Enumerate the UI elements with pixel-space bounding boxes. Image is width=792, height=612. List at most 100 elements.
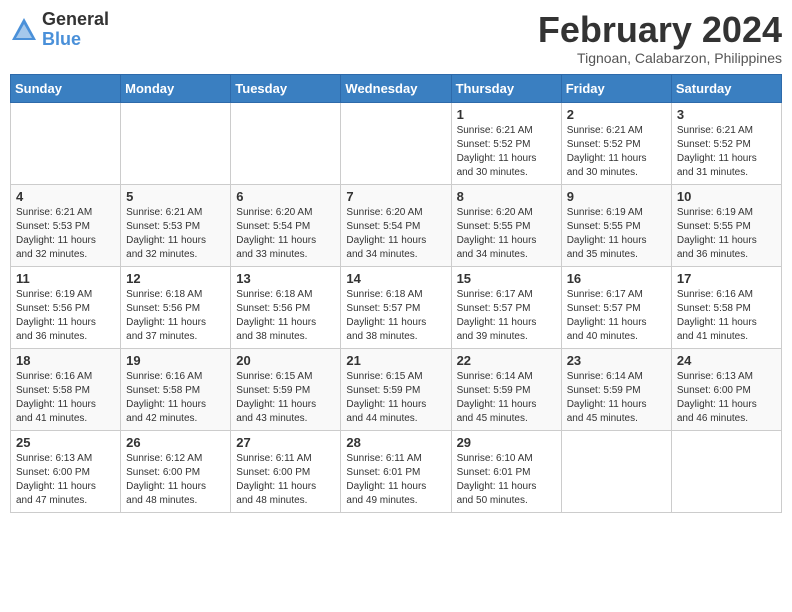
calendar-day-header: Friday [561,74,671,102]
calendar-week-row: 1Sunrise: 6:21 AM Sunset: 5:52 PM Daylig… [11,102,782,184]
day-info: Sunrise: 6:17 AM Sunset: 5:57 PM Dayligh… [457,288,556,344]
day-info: Sunrise: 6:13 AM Sunset: 6:00 PM Dayligh… [16,452,115,508]
logo-blue: Blue [42,30,109,50]
calendar-cell: 15 Sunrise: 6:17 AM Sunset: 5:57 PM Dayli… [451,266,561,348]
calendar-cell: 8 Sunrise: 6:20 AM Sunset: 5:55 PM Daylig… [451,184,561,266]
day-info: Sunrise: 6:15 AM Sunset: 5:59 PM Dayligh… [346,370,445,426]
calendar-cell: 1Sunrise: 6:21 AM Sunset: 5:52 PM Daylig… [451,102,561,184]
day-number: 14 [346,271,445,286]
day-info: Sunrise: 6:15 AM Sunset: 5:59 PM Dayligh… [236,370,335,426]
calendar-day-header: Wednesday [341,74,451,102]
calendar-week-row: 11 Sunrise: 6:19 AM Sunset: 5:56 PM Dayli… [11,266,782,348]
day-info: Sunrise: 6:20 AM Sunset: 5:54 PM Dayligh… [346,206,445,262]
day-number: 11 [16,271,115,286]
calendar-day-header: Saturday [671,74,781,102]
day-info: Sunrise: 6:13 AM Sunset: 6:00 PM Dayligh… [677,370,776,426]
calendar-cell: 12 Sunrise: 6:18 AM Sunset: 5:56 PM Dayli… [121,266,231,348]
calendar-cell [231,102,341,184]
month-title: February 2024 [538,10,782,50]
day-info: Sunrise: 6:16 AM Sunset: 5:58 PM Dayligh… [126,370,225,426]
day-number: 8 [457,189,556,204]
calendar-cell: 24 Sunrise: 6:13 AM Sunset: 6:00 PM Dayli… [671,348,781,430]
calendar-cell [121,102,231,184]
day-info: Sunrise: 6:18 AM Sunset: 5:57 PM Dayligh… [346,288,445,344]
day-number: 20 [236,353,335,368]
day-info: Sunrise: 6:14 AM Sunset: 5:59 PM Dayligh… [567,370,666,426]
calendar-header-row: SundayMondayTuesdayWednesdayThursdayFrid… [11,74,782,102]
calendar-cell: 18 Sunrise: 6:16 AM Sunset: 5:58 PM Dayli… [11,348,121,430]
day-number: 2 [567,107,666,122]
day-number: 16 [567,271,666,286]
calendar-cell: 11 Sunrise: 6:19 AM Sunset: 5:56 PM Dayli… [11,266,121,348]
calendar-cell: 17 Sunrise: 6:16 AM Sunset: 5:58 PM Dayli… [671,266,781,348]
day-number: 6 [236,189,335,204]
day-info: Sunrise: 6:11 AM Sunset: 6:01 PM Dayligh… [346,452,445,508]
location-subtitle: Tignoan, Calabarzon, Philippines [538,50,782,66]
page-header: General Blue February 2024 Tignoan, Cala… [10,10,782,66]
day-number: 13 [236,271,335,286]
calendar-cell: 29Sunrise: 6:10 AM Sunset: 6:01 PM Dayli… [451,430,561,512]
day-info: Sunrise: 6:21 AM Sunset: 5:53 PM Dayligh… [16,206,115,262]
calendar-cell: 2 Sunrise: 6:21 AM Sunset: 5:52 PM Daylig… [561,102,671,184]
day-number: 18 [16,353,115,368]
calendar-cell: 16 Sunrise: 6:17 AM Sunset: 5:57 PM Dayli… [561,266,671,348]
day-info: Sunrise: 6:18 AM Sunset: 5:56 PM Dayligh… [236,288,335,344]
day-number: 9 [567,189,666,204]
day-number: 12 [126,271,225,286]
day-info: Sunrise: 6:17 AM Sunset: 5:57 PM Dayligh… [567,288,666,344]
calendar-cell: 23Sunrise: 6:14 AM Sunset: 5:59 PM Dayli… [561,348,671,430]
day-number: 28 [346,435,445,450]
logo-general: General [42,10,109,30]
day-info: Sunrise: 6:11 AM Sunset: 6:00 PM Dayligh… [236,452,335,508]
day-info: Sunrise: 6:18 AM Sunset: 5:56 PM Dayligh… [126,288,225,344]
calendar-cell: 27 Sunrise: 6:11 AM Sunset: 6:00 PM Dayli… [231,430,341,512]
day-info: Sunrise: 6:20 AM Sunset: 5:55 PM Dayligh… [457,206,556,262]
calendar-cell [11,102,121,184]
calendar-day-header: Monday [121,74,231,102]
calendar-cell: 10 Sunrise: 6:19 AM Sunset: 5:55 PM Dayli… [671,184,781,266]
day-number: 21 [346,353,445,368]
logo: General Blue [10,10,109,50]
day-number: 24 [677,353,776,368]
day-info: Sunrise: 6:12 AM Sunset: 6:00 PM Dayligh… [126,452,225,508]
calendar-cell: 26 Sunrise: 6:12 AM Sunset: 6:00 PM Dayli… [121,430,231,512]
calendar-cell: 20 Sunrise: 6:15 AM Sunset: 5:59 PM Dayli… [231,348,341,430]
day-number: 27 [236,435,335,450]
calendar-cell: 25 Sunrise: 6:13 AM Sunset: 6:00 PM Dayli… [11,430,121,512]
day-info: Sunrise: 6:21 AM Sunset: 5:52 PM Dayligh… [457,124,556,180]
day-number: 26 [126,435,225,450]
day-info: Sunrise: 6:19 AM Sunset: 5:55 PM Dayligh… [677,206,776,262]
calendar-cell: 7 Sunrise: 6:20 AM Sunset: 5:54 PM Daylig… [341,184,451,266]
calendar-cell [341,102,451,184]
day-number: 25 [16,435,115,450]
day-info: Sunrise: 6:21 AM Sunset: 5:52 PM Dayligh… [567,124,666,180]
calendar-cell: 4 Sunrise: 6:21 AM Sunset: 5:53 PM Daylig… [11,184,121,266]
calendar-cell: 22 Sunrise: 6:14 AM Sunset: 5:59 PM Dayli… [451,348,561,430]
calendar-cell [561,430,671,512]
calendar-cell: 14 Sunrise: 6:18 AM Sunset: 5:57 PM Dayli… [341,266,451,348]
day-info: Sunrise: 6:19 AM Sunset: 5:56 PM Dayligh… [16,288,115,344]
day-info: Sunrise: 6:19 AM Sunset: 5:55 PM Dayligh… [567,206,666,262]
logo-icon [10,16,38,44]
calendar-cell: 3Sunrise: 6:21 AM Sunset: 5:52 PM Daylig… [671,102,781,184]
calendar-cell: 13 Sunrise: 6:18 AM Sunset: 5:56 PM Dayli… [231,266,341,348]
calendar-cell: 21 Sunrise: 6:15 AM Sunset: 5:59 PM Dayli… [341,348,451,430]
calendar-table: SundayMondayTuesdayWednesdayThursdayFrid… [10,74,782,513]
day-info: Sunrise: 6:21 AM Sunset: 5:53 PM Dayligh… [126,206,225,262]
day-info: Sunrise: 6:14 AM Sunset: 5:59 PM Dayligh… [457,370,556,426]
day-number: 7 [346,189,445,204]
day-number: 17 [677,271,776,286]
day-number: 10 [677,189,776,204]
day-info: Sunrise: 6:20 AM Sunset: 5:54 PM Dayligh… [236,206,335,262]
day-number: 15 [457,271,556,286]
calendar-day-header: Tuesday [231,74,341,102]
calendar-week-row: 18 Sunrise: 6:16 AM Sunset: 5:58 PM Dayli… [11,348,782,430]
day-info: Sunrise: 6:16 AM Sunset: 5:58 PM Dayligh… [677,288,776,344]
day-number: 4 [16,189,115,204]
day-number: 29 [457,435,556,450]
calendar-cell: 5Sunrise: 6:21 AM Sunset: 5:53 PM Daylig… [121,184,231,266]
calendar-cell: 28 Sunrise: 6:11 AM Sunset: 6:01 PM Dayli… [341,430,451,512]
day-info: Sunrise: 6:16 AM Sunset: 5:58 PM Dayligh… [16,370,115,426]
calendar-cell [671,430,781,512]
day-number: 22 [457,353,556,368]
